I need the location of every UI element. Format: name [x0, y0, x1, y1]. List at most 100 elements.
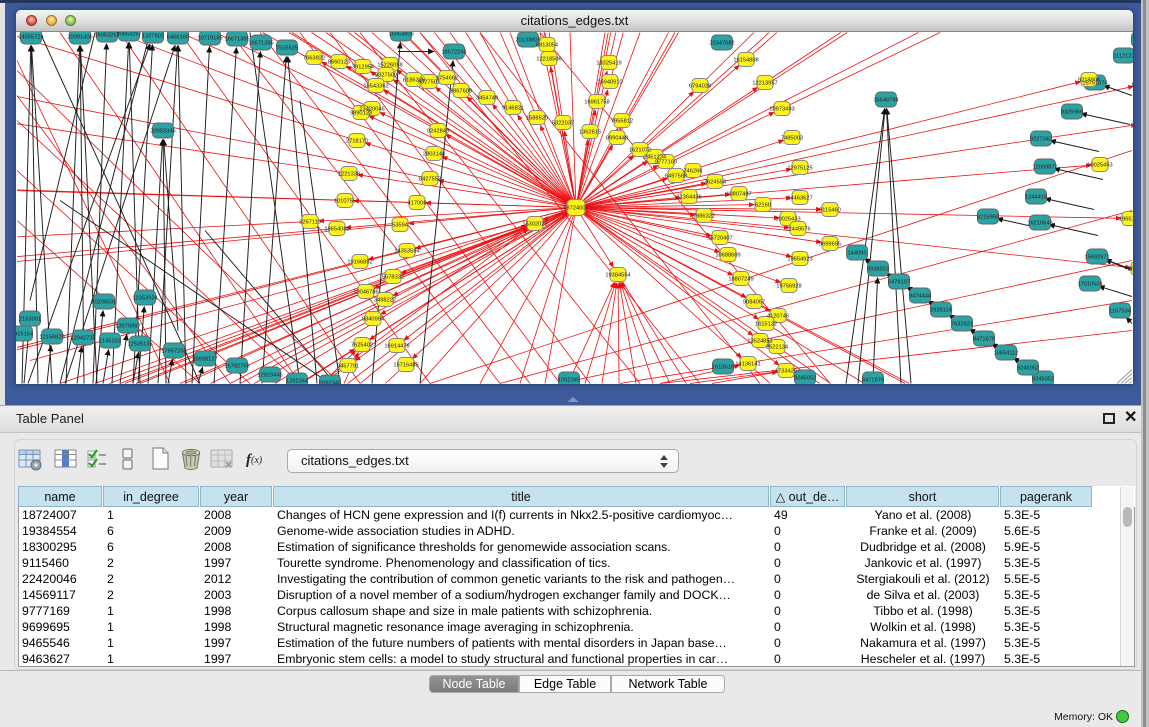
svg-text:1010755: 1010755	[334, 199, 356, 205]
svg-text:2718170: 2718170	[346, 139, 368, 145]
svg-text:10654112: 10654112	[994, 351, 1019, 357]
svg-text:2092345: 2092345	[319, 381, 341, 385]
svg-text:2522134: 2522134	[766, 345, 788, 351]
svg-text:2644123: 2644123	[1128, 267, 1133, 273]
svg-text:12449576: 12449576	[785, 227, 810, 233]
svg-text:17957255: 17957255	[161, 349, 186, 355]
svg-text:9245052: 9245052	[1032, 377, 1054, 383]
svg-text:9146821: 9146821	[502, 106, 524, 112]
svg-text:10973493: 10973493	[769, 107, 794, 113]
svg-text:9340994: 9340994	[362, 317, 384, 323]
svg-text:1615132: 1615132	[755, 322, 777, 328]
svg-text:12923446: 12923446	[257, 373, 282, 379]
svg-text:14055724: 14055724	[18, 35, 43, 41]
svg-text:746266: 746266	[684, 169, 703, 175]
svg-text:19654082: 19654082	[324, 227, 349, 233]
svg-text:16210643: 16210643	[1027, 221, 1052, 227]
svg-text:18724007: 18724007	[563, 206, 588, 212]
svg-text:16914479: 16914479	[384, 344, 409, 350]
svg-text:15302023: 15302023	[522, 222, 547, 228]
svg-text:13325419: 13325419	[596, 61, 621, 67]
svg-text:16053809: 16053809	[388, 32, 413, 38]
svg-text:16648784: 16648784	[873, 98, 898, 104]
svg-text:3267110: 3267110	[299, 220, 321, 226]
svg-text:62160: 62160	[755, 203, 771, 209]
svg-text:9329966: 9329966	[1061, 110, 1083, 116]
svg-text:9218906: 9218906	[1078, 78, 1100, 84]
svg-text:16543362: 16543362	[363, 84, 388, 90]
svg-text:8938923: 8938923	[867, 267, 889, 273]
svg-text:16782759: 16782759	[224, 364, 249, 370]
svg-text:19166852: 19166852	[347, 260, 372, 266]
svg-text:10025433: 10025433	[775, 217, 800, 223]
svg-text:1292344: 1292344	[286, 379, 308, 385]
svg-text:16671385: 16671385	[224, 37, 249, 43]
svg-text:20091406: 20091406	[67, 35, 92, 41]
svg-text:8813054: 8813054	[536, 43, 558, 49]
svg-text:3498222: 3498222	[374, 298, 396, 304]
svg-text:144095: 144095	[848, 251, 867, 257]
svg-text:1733426: 1733426	[775, 369, 797, 375]
svg-text:6479197: 6479197	[888, 280, 910, 286]
svg-text:9327509: 9327509	[375, 73, 397, 79]
svg-text:5578332: 5578332	[382, 275, 404, 281]
svg-text:4120746: 4120746	[767, 314, 789, 320]
svg-text:1332541: 1332541	[1131, 83, 1133, 89]
svg-text:16671385: 16671385	[248, 41, 273, 47]
svg-text:9245052: 9245052	[1017, 366, 1039, 372]
svg-text:20206535: 20206535	[91, 300, 116, 306]
svg-text:10653267: 10653267	[116, 32, 141, 38]
svg-text:2803144: 2803144	[423, 152, 445, 158]
svg-text:1327602: 1327602	[142, 34, 164, 40]
svg-text:1112123: 1112123	[1113, 54, 1133, 60]
svg-text:3624554: 3624554	[704, 180, 726, 186]
svg-text:12213957: 12213957	[752, 81, 777, 87]
svg-text:417006: 417006	[408, 201, 427, 207]
svg-text:12975125: 12975125	[787, 166, 812, 172]
svg-text:7632621: 7632621	[951, 322, 973, 328]
svg-text:6466160: 6466160	[167, 35, 189, 41]
svg-text:1613616: 1613616	[712, 365, 734, 371]
svg-text:1092345: 1092345	[558, 378, 580, 384]
svg-text:19756928: 19756928	[776, 284, 801, 290]
svg-text:10025453: 10025453	[1087, 163, 1112, 169]
svg-text:14463627: 14463627	[787, 196, 812, 202]
svg-text:7663822: 7663822	[303, 56, 325, 62]
svg-text:1244415: 1244415	[1025, 195, 1047, 201]
svg-text:18572244: 18572244	[441, 50, 466, 56]
svg-text:8215958: 8215958	[977, 215, 999, 221]
svg-text:8471676: 8471676	[862, 378, 884, 384]
svg-text:1145193: 1145193	[99, 339, 121, 345]
svg-text:1167534: 1167534	[1109, 309, 1131, 315]
svg-text:15692971: 15692971	[1084, 255, 1109, 261]
svg-text:2935114: 2935114	[930, 308, 952, 314]
svg-text:9457791: 9457791	[337, 364, 359, 370]
svg-text:1965123: 1965123	[1119, 217, 1133, 223]
svg-text:10688609: 10688609	[715, 253, 740, 259]
svg-text:18807249: 18807249	[728, 277, 753, 283]
svg-text:2967608: 2967608	[450, 89, 472, 95]
svg-text:8471676: 8471676	[973, 337, 995, 343]
svg-text:5322037: 5322037	[552, 121, 574, 127]
svg-text:9890123: 9890123	[350, 111, 372, 117]
svg-text:15716485: 15716485	[393, 363, 418, 369]
svg-text:2153001: 2153001	[19, 317, 41, 323]
svg-text:12942737: 12942737	[70, 336, 95, 342]
svg-text:(x): (x)	[251, 455, 263, 466]
svg-text:16961758: 16961758	[584, 100, 609, 106]
svg-text:20953346: 20953346	[150, 129, 175, 135]
svg-text:14136141: 14136141	[735, 362, 760, 368]
svg-text:1621072: 1621072	[629, 148, 651, 154]
svg-text:9245052: 9245052	[794, 376, 816, 382]
svg-text:3912954: 3912954	[352, 65, 374, 71]
svg-text:9242848: 9242848	[427, 129, 449, 135]
svg-text:10719185: 10719185	[197, 36, 222, 42]
svg-text:10958127: 10958127	[192, 357, 217, 363]
svg-text:17010504: 17010504	[1077, 282, 1102, 288]
svg-text:3454749: 3454749	[476, 96, 498, 102]
svg-text:3915154: 3915154	[16, 332, 33, 338]
svg-text:1754662: 1754662	[436, 76, 458, 82]
svg-text:7986322: 7986322	[693, 214, 715, 220]
svg-text:7625402: 7625402	[351, 343, 373, 349]
svg-text:20347682: 20347682	[709, 41, 734, 47]
